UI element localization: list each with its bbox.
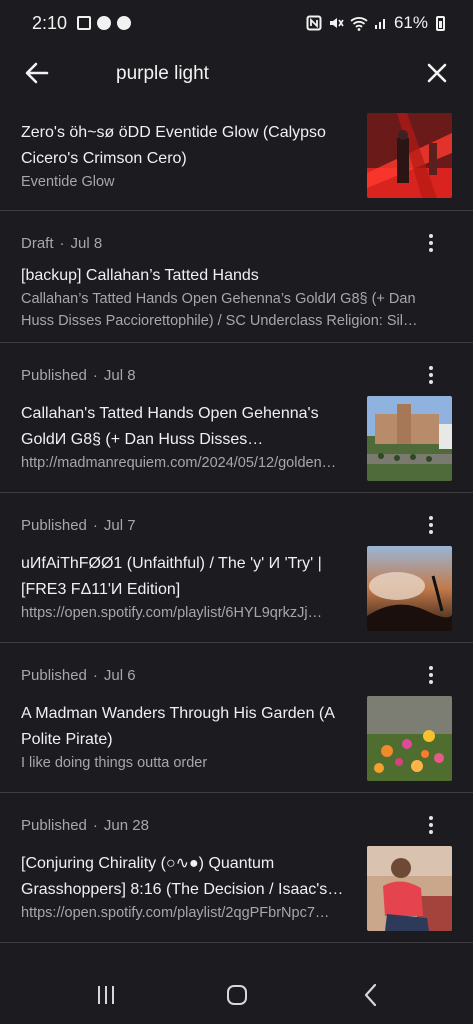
arrow-left-icon bbox=[25, 62, 49, 84]
result-meta: Published · Jul 6 bbox=[21, 667, 136, 684]
mute-icon bbox=[329, 18, 344, 28]
back-button[interactable] bbox=[22, 58, 52, 88]
result-meta: Published · Jul 8 bbox=[21, 367, 136, 384]
home-button[interactable] bbox=[222, 980, 252, 1010]
ball-notification-icon bbox=[97, 16, 112, 30]
result-thumbnail bbox=[367, 846, 452, 931]
battery-icon bbox=[436, 15, 445, 31]
more-options-button[interactable] bbox=[420, 811, 442, 839]
battery-percent: 61% bbox=[393, 13, 428, 32]
nfc-icon bbox=[306, 15, 322, 31]
wifi-icon bbox=[350, 17, 368, 31]
gallery-notification-icon bbox=[77, 16, 92, 30]
result-subtitle: Callahan’s Tatted Hands Open Gehenna’s G… bbox=[21, 291, 418, 329]
more-options-button[interactable] bbox=[420, 661, 442, 689]
result-title: [Conjuring Chirality (○∿●) Quantum Grass… bbox=[21, 855, 328, 898]
more-options-button[interactable] bbox=[420, 361, 442, 389]
result-subtitle: http://madmanrequiem.com/2024/05/12/gold… bbox=[21, 455, 337, 471]
result-date: Jul 7 bbox=[103, 517, 136, 534]
search-header bbox=[0, 46, 473, 102]
clear-search-button[interactable] bbox=[422, 58, 452, 88]
result-meta: Draft · Jul 8 bbox=[21, 235, 103, 252]
result-thumbnail bbox=[367, 546, 452, 631]
more-options-button[interactable] bbox=[420, 229, 442, 257]
result-meta: Published · Jun 28 bbox=[21, 817, 149, 834]
result-thumbnail bbox=[367, 696, 452, 781]
result-date: Jul 8 bbox=[103, 367, 136, 384]
result-status: Published bbox=[21, 517, 87, 534]
search-result-item[interactable]: Published · Jul 7 uИfAiThFØØ1 (Unfaithful)… bbox=[0, 493, 473, 643]
result-thumbnail bbox=[367, 396, 452, 481]
result-status: Published bbox=[21, 367, 87, 384]
result-status: Published bbox=[21, 667, 87, 684]
status-right: 61% bbox=[306, 13, 445, 33]
search-result-item[interactable]: Published · Jul 6 A Madman Wanders Through… bbox=[0, 643, 473, 793]
result-subtitle: Eventide Glow bbox=[21, 174, 115, 190]
chevron-left-icon bbox=[364, 983, 377, 1007]
search-result-item[interactable]: Published · Jun 28 [Conjuring Chirality (○… bbox=[0, 793, 473, 943]
result-title: [backup] Callahan’s Tatted Hands bbox=[21, 267, 259, 284]
search-result-item[interactable]: Draft · Jul 8 [backup] Callahan’s Tatted H… bbox=[0, 211, 473, 343]
search-result-item[interactable]: Published · Jul 8 Callahan's Tatted Hands … bbox=[0, 343, 473, 493]
nav-back-button[interactable] bbox=[356, 980, 386, 1010]
status-left: 2:10 bbox=[32, 12, 132, 34]
close-icon bbox=[427, 63, 447, 83]
recents-button[interactable] bbox=[91, 980, 121, 1010]
system-nav-bar bbox=[0, 960, 473, 1024]
result-date: Jun 28 bbox=[103, 817, 149, 834]
result-subtitle: I like doing things outta order bbox=[21, 755, 208, 771]
result-date: Jul 6 bbox=[103, 667, 136, 684]
result-title: uИfAiThFØØ1 (Unfaithful) / The 'y' И 'Tr… bbox=[21, 555, 322, 598]
home-icon bbox=[227, 985, 247, 1005]
result-date: Jul 8 bbox=[70, 235, 103, 252]
result-subtitle: https://open.spotify.com/playlist/6HYL9q… bbox=[21, 605, 323, 621]
result-title: A Madman Wanders Through His Garden (A P… bbox=[21, 705, 335, 748]
result-status: Draft bbox=[21, 235, 54, 252]
result-title: Zero's öh~sø öDD Eventide Glow (Calypso … bbox=[21, 124, 326, 167]
status-time: 2:10 bbox=[32, 12, 68, 33]
signal-icon bbox=[374, 19, 385, 29]
status-bar: 2:10 61% bbox=[0, 0, 473, 46]
result-meta: Published · Jul 7 bbox=[21, 517, 136, 534]
bolt-notification-icon bbox=[117, 16, 132, 30]
more-options-button[interactable] bbox=[420, 511, 442, 539]
result-subtitle: https://open.spotify.com/playlist/2qgPFb… bbox=[21, 905, 330, 921]
result-title: Callahan's Tatted Hands Open Gehenna's G… bbox=[21, 405, 319, 448]
result-thumbnail bbox=[367, 113, 452, 198]
search-result-item[interactable]: Zero's öh~sø öDD Eventide Glow (Calypso … bbox=[0, 102, 473, 211]
result-status: Published bbox=[21, 817, 87, 834]
recents-icon bbox=[98, 986, 114, 1004]
search-input[interactable] bbox=[116, 60, 406, 88]
